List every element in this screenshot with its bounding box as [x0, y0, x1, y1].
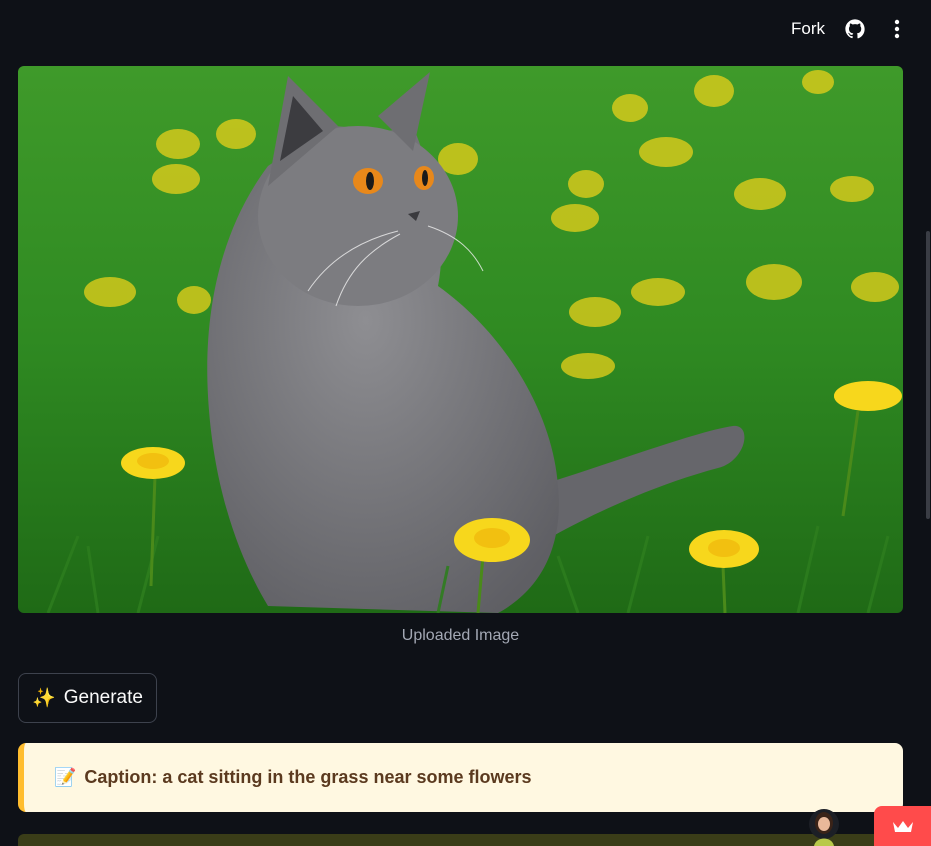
avatar[interactable] [808, 808, 840, 846]
memo-icon: 📝 [54, 767, 77, 787]
vertical-ellipsis-icon[interactable] [885, 17, 909, 41]
generate-button[interactable]: ✨ Generate [18, 673, 157, 723]
generate-button-label: Generate [63, 687, 143, 708]
app-toolbar: Fork [0, 0, 931, 58]
scrollbar-thumb[interactable] [926, 231, 930, 519]
next-alert-partial [18, 834, 903, 846]
image-caption: Uploaded Image [401, 627, 520, 644]
sparkles-icon: ✨ [32, 688, 56, 709]
caption-result-text: Caption: a cat sitting in the grass near… [84, 767, 532, 787]
github-icon[interactable] [843, 17, 867, 41]
crown-icon[interactable] [874, 806, 931, 846]
fork-button[interactable]: Fork [791, 19, 825, 39]
caption-result-alert: 📝 Caption: a cat sitting in the grass ne… [18, 743, 903, 812]
uploaded-image [18, 66, 903, 613]
